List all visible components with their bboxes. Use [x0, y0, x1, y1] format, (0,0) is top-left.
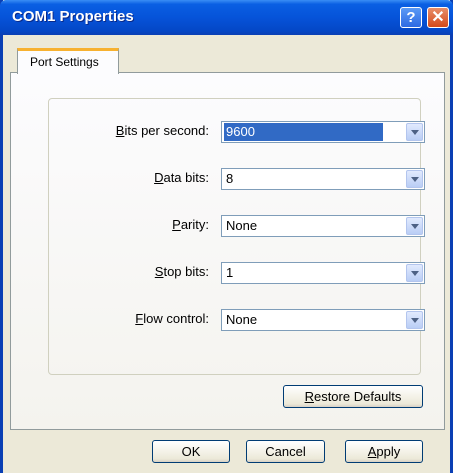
parity-value: None	[226, 218, 258, 233]
tab-port-settings[interactable]: Port Settings	[17, 48, 119, 74]
parity-select[interactable]: None	[221, 215, 425, 237]
restore-defaults-button[interactable]: Restore Defaults	[283, 385, 423, 408]
chevron-down-icon[interactable]	[406, 311, 423, 329]
chevron-down-icon[interactable]	[406, 123, 423, 141]
tab-label: Port Settings	[30, 55, 99, 69]
tab-panel: Bits per second: 9600 Data bits: 8 Parit…	[10, 72, 445, 430]
bits-per-second-select[interactable]: 9600	[221, 121, 425, 143]
bits-per-second-value: 9600	[224, 123, 383, 141]
flow-control-label: Flow control:	[135, 311, 209, 326]
data-bits-label: Data bits:	[154, 170, 209, 185]
parity-label: Parity:	[172, 217, 209, 232]
stop-bits-value: 1	[226, 265, 234, 280]
chevron-down-icon[interactable]	[406, 217, 423, 235]
flow-control-select[interactable]: None	[221, 309, 425, 331]
close-button[interactable]: ✕	[427, 7, 449, 28]
data-bits-value: 8	[226, 171, 234, 186]
stop-bits-select[interactable]: 1	[221, 262, 425, 284]
ok-button[interactable]: OK	[152, 440, 230, 463]
data-bits-select[interactable]: 8	[221, 168, 425, 190]
chevron-down-icon[interactable]	[406, 170, 423, 188]
title-bar[interactable]: COM1 Properties ? ✕	[0, 0, 453, 35]
bits-per-second-label: Bits per second:	[115, 123, 209, 138]
close-icon: ✕	[431, 9, 445, 26]
apply-button[interactable]: Apply	[345, 440, 423, 463]
help-button[interactable]: ?	[400, 7, 422, 28]
cancel-button[interactable]: Cancel	[246, 440, 325, 463]
settings-group: Bits per second: 9600 Data bits: 8 Parit…	[48, 98, 425, 375]
stop-bits-label: Stop bits:	[154, 264, 209, 279]
flow-control-value: None	[226, 312, 258, 327]
window-title: COM1 Properties	[12, 8, 134, 25]
chevron-down-icon[interactable]	[406, 264, 423, 282]
help-icon: ?	[406, 9, 416, 26]
